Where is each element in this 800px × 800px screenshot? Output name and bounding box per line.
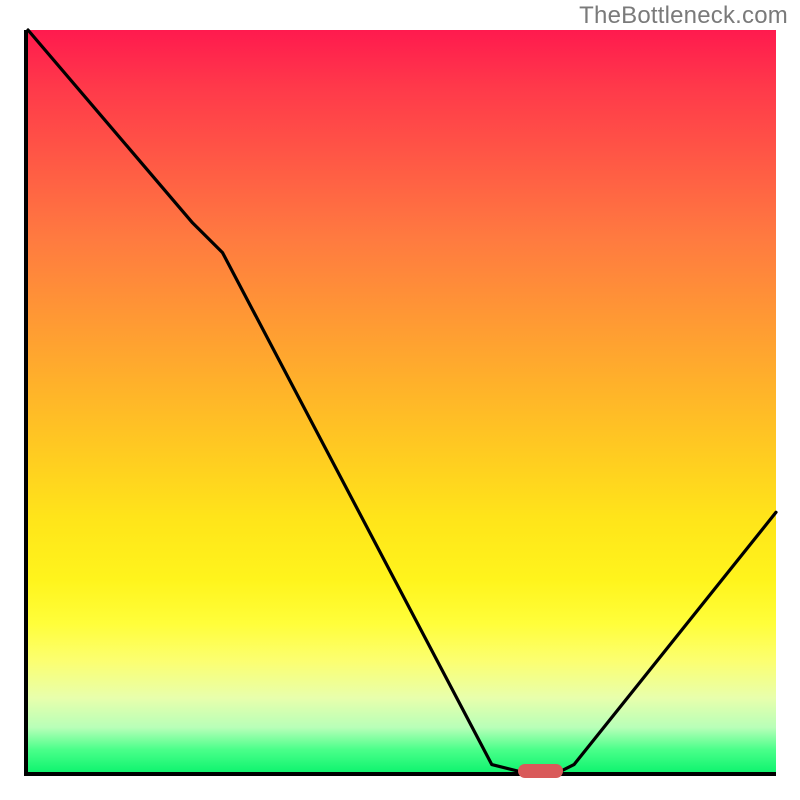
bottleneck-curve bbox=[28, 30, 776, 772]
plot-area bbox=[24, 30, 776, 776]
watermark-text: TheBottleneck.com bbox=[579, 2, 788, 30]
optimal-range-marker bbox=[518, 764, 563, 778]
chart-container: TheBottleneck.com bbox=[0, 0, 800, 800]
